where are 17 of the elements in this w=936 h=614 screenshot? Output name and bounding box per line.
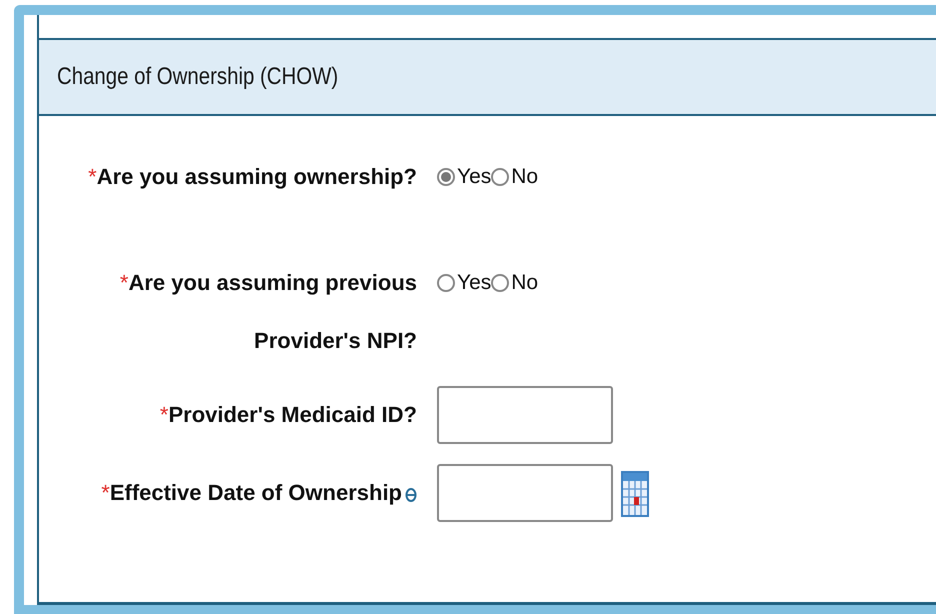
field-label: Effective Date of Ownership xyxy=(110,480,402,505)
input-field[interactable] xyxy=(437,386,613,444)
date-field[interactable] xyxy=(437,464,613,522)
radio-option[interactable]: Yes xyxy=(437,165,492,189)
required-mark: * xyxy=(88,164,97,189)
radio-option[interactable]: No xyxy=(491,271,538,295)
radio-option[interactable]: Yes xyxy=(437,271,492,295)
section-title: Change of Ownership (CHOW) xyxy=(57,63,338,91)
calendar-icon[interactable] xyxy=(621,468,649,518)
field-label: Are you assuming previous Provider's NPI? xyxy=(128,270,417,353)
field-label: Are you assuming ownership? xyxy=(96,164,417,189)
required-mark: * xyxy=(101,480,110,505)
field-label: Provider's Medicaid ID? xyxy=(168,402,417,427)
info-icon[interactable] xyxy=(405,486,417,502)
required-mark: * xyxy=(120,270,128,295)
radio-option[interactable]: No xyxy=(491,165,538,189)
required-mark: * xyxy=(160,402,168,427)
